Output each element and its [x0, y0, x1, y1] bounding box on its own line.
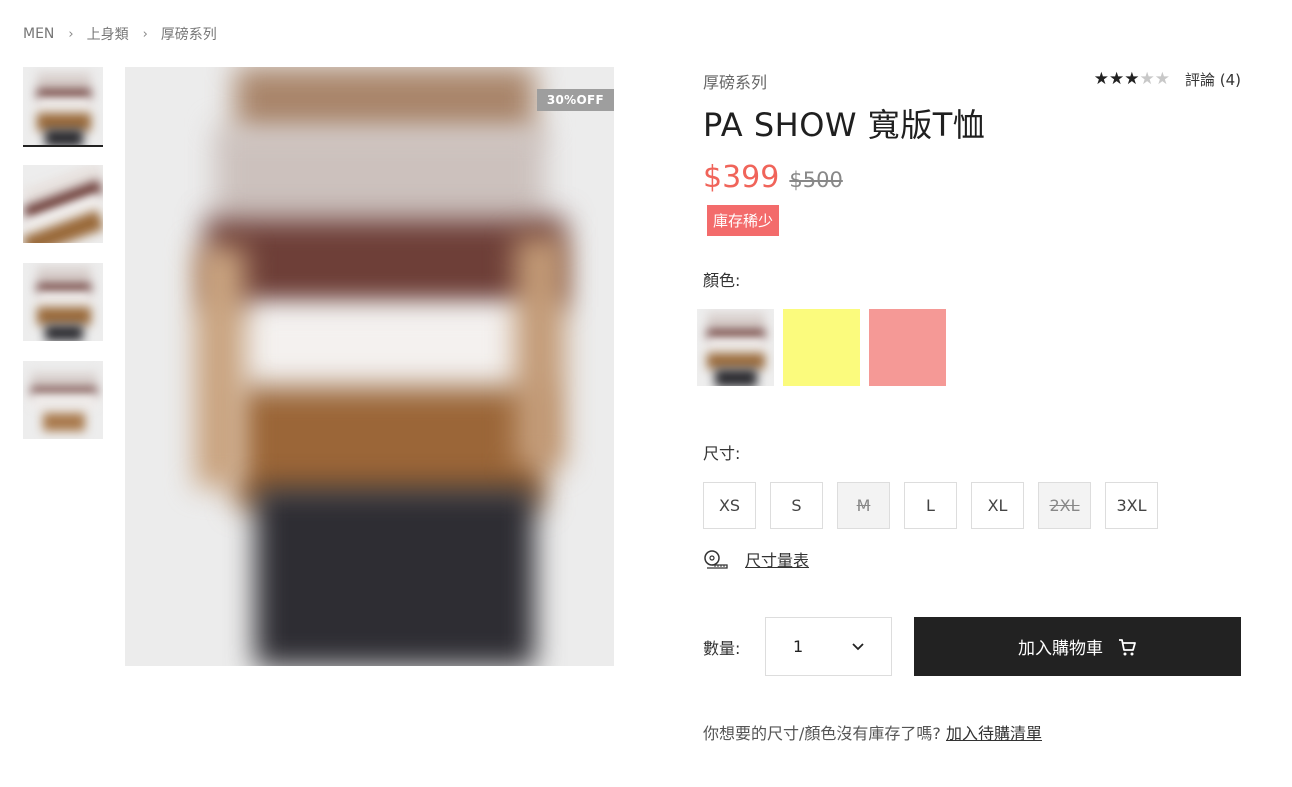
- size-option-2xl[interactable]: 2XL: [1038, 482, 1091, 529]
- purchase-row: 數量: 1 加入購物車: [703, 617, 1241, 676]
- sale-price: $399: [703, 160, 780, 195]
- cart-icon: [1119, 638, 1136, 655]
- size-label: 尺寸:: [703, 444, 741, 463]
- size-option-l[interactable]: L: [904, 482, 957, 529]
- rating-stars: ★ ★ ★ ★ ★: [1094, 71, 1170, 88]
- color-swatch-yellow[interactable]: [783, 309, 860, 386]
- size-option-s[interactable]: S: [770, 482, 823, 529]
- size-chart-label[interactable]: 尺寸量表: [745, 547, 809, 571]
- low-stock-badge: 庫存稀少: [707, 205, 780, 236]
- breadcrumb-men[interactable]: MEN: [23, 26, 54, 42]
- rating[interactable]: ★ ★ ★ ★ ★ 評論 (4): [1094, 69, 1241, 90]
- size-chart-link[interactable]: 尺寸量表: [703, 547, 809, 571]
- discount-badge: 30%OFF: [536, 89, 614, 111]
- reviews-link[interactable]: 評論 (4): [1185, 69, 1241, 90]
- add-to-cart-label: 加入購物車: [1018, 639, 1103, 659]
- chevron-right-icon: ›: [142, 26, 148, 42]
- size-option-m[interactable]: M: [837, 482, 890, 529]
- quantity-label: 數量:: [703, 638, 741, 658]
- product-title: PA SHOW 寬版T恤: [703, 106, 986, 144]
- product-info: 厚磅系列 ★ ★ ★ ★ ★ 評論 (4) PA SHOW 寬版T恤 $399 …: [697, 67, 1241, 743]
- breadcrumb: MEN › 上身類 › 厚磅系列: [23, 24, 217, 44]
- star-empty-icon: ★: [1139, 69, 1155, 89]
- star-empty-icon: ★: [1154, 69, 1170, 89]
- star-filled-icon: ★: [1108, 69, 1125, 89]
- color-label: 顏色:: [703, 271, 741, 290]
- chevron-right-icon: ›: [68, 26, 74, 42]
- price-row: $399 $500: [703, 160, 1241, 195]
- color-swatch-pink[interactable]: [869, 309, 946, 386]
- thumbnail-1[interactable]: [23, 67, 103, 147]
- color-swatch-stripe[interactable]: [697, 309, 774, 386]
- measuring-tape-icon: [704, 550, 728, 569]
- wishlist-prompt: 你想要的尺寸/顏色沒有庫存了嗎? 加入待購清單: [703, 720, 1042, 744]
- thumbnail-list: [23, 67, 103, 459]
- breadcrumb-tops[interactable]: 上身類: [87, 24, 129, 44]
- quantity-value: 1: [793, 637, 804, 656]
- original-price: $500: [789, 168, 843, 192]
- quantity-select[interactable]: 1: [765, 617, 892, 676]
- add-to-cart-button[interactable]: 加入購物車: [914, 617, 1241, 676]
- star-filled-icon: ★: [1124, 69, 1140, 89]
- wishlist-text: 你想要的尺寸/顏色沒有庫存了嗎?: [703, 724, 941, 743]
- size-option-xs[interactable]: XS: [703, 482, 756, 529]
- size-option-xl[interactable]: XL: [971, 482, 1024, 529]
- star-filled-icon: ★: [1093, 69, 1109, 89]
- chevron-down-icon: [852, 643, 864, 651]
- size-options: XS S M L XL 2XL 3XL: [703, 482, 1172, 529]
- thumbnail-4[interactable]: [23, 361, 103, 439]
- color-swatches: [697, 309, 955, 386]
- add-to-wishlist-link[interactable]: 加入待購清單: [946, 724, 1042, 743]
- breadcrumb-heavyweight[interactable]: 厚磅系列: [161, 24, 217, 44]
- product-main-image[interactable]: 30%OFF: [125, 67, 614, 666]
- thumbnail-2[interactable]: [23, 165, 103, 243]
- size-option-3xl[interactable]: 3XL: [1105, 482, 1158, 529]
- thumbnail-3[interactable]: [23, 263, 103, 341]
